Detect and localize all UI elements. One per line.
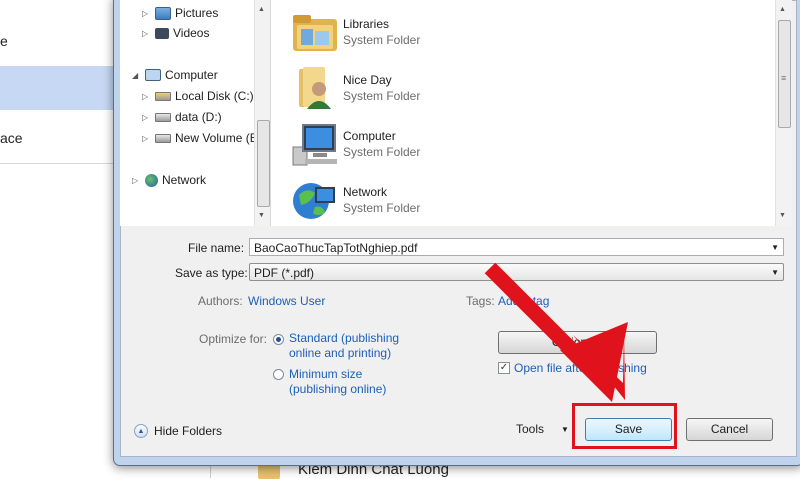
annotation-arrow-icon <box>484 262 628 402</box>
